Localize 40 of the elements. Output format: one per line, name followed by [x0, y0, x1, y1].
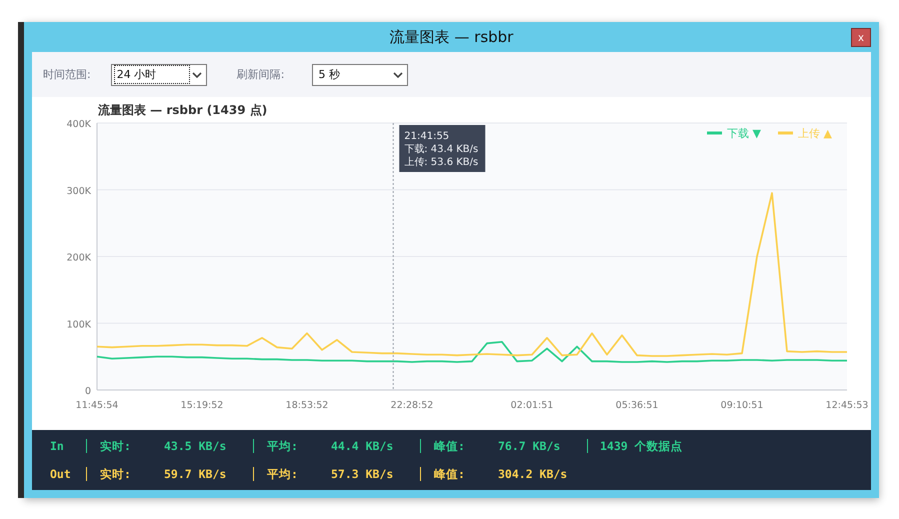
- chart-title: 流量图表 — rsbbr (1439 点): [98, 103, 268, 117]
- legend-swatch: [707, 132, 722, 134]
- y-axis-label: 200K: [66, 252, 91, 264]
- stat-label: 峰值:: [434, 438, 466, 454]
- y-axis-label: 0: [84, 386, 91, 397]
- dropdown[interactable]: 24 小时: [110, 64, 207, 86]
- chevron-down-icon: [393, 72, 404, 78]
- stat-label: 平均:: [267, 466, 299, 482]
- stat-label: 平均:: [267, 438, 299, 454]
- row-label: In: [49, 439, 65, 453]
- x-axis-label: 05:36:51: [616, 400, 658, 411]
- field-label: 刷新间隔:: [236, 67, 284, 82]
- point-count: 1439 个数据点: [600, 438, 683, 454]
- stat-label: 实时:: [100, 438, 132, 454]
- x-axis-label: 15:19:52: [180, 400, 224, 411]
- stat-label: 实时:: [100, 466, 132, 482]
- x-axis-label: 09:10:51: [720, 400, 764, 411]
- stat-value: 57.3 KB/s: [331, 467, 394, 481]
- stat-value: 304.2 KB/s: [498, 467, 568, 481]
- y-axis-label: 400K: [66, 119, 91, 130]
- dropdown[interactable]: 5 秒: [312, 64, 408, 86]
- y-axis-label: 100K: [66, 319, 91, 330]
- tooltip: 21:41:55 下载: 43.4 KB/s 上传: 53.6 KB/s: [399, 125, 486, 172]
- stat-value: 76.7 KB/s: [498, 439, 562, 453]
- chevron-down-icon: [192, 72, 202, 78]
- window-title: 流量图表 — rsbbr: [390, 28, 514, 46]
- x-axis-label: 02:01:51: [510, 400, 554, 411]
- stat-value: 43.5 KB/s: [164, 439, 228, 453]
- x-axis-label: 22:28:52: [390, 400, 434, 411]
- close-button[interactable]: x: [851, 28, 871, 47]
- x-axis-label: 18:53:52: [286, 400, 328, 411]
- stat-label: 峰值:: [434, 466, 466, 482]
- y-axis-label: 300K: [66, 186, 91, 197]
- x-axis-label: 11:45:54: [76, 400, 118, 411]
- legend-swatch: [778, 132, 793, 134]
- field-label: 时间范围:: [43, 67, 91, 82]
- stat-value: 59.7 KB/s: [164, 467, 228, 481]
- row-label: Out: [49, 467, 72, 481]
- x-axis-label: 12:45:53: [826, 400, 868, 411]
- stat-value: 44.4 KB/s: [331, 439, 394, 453]
